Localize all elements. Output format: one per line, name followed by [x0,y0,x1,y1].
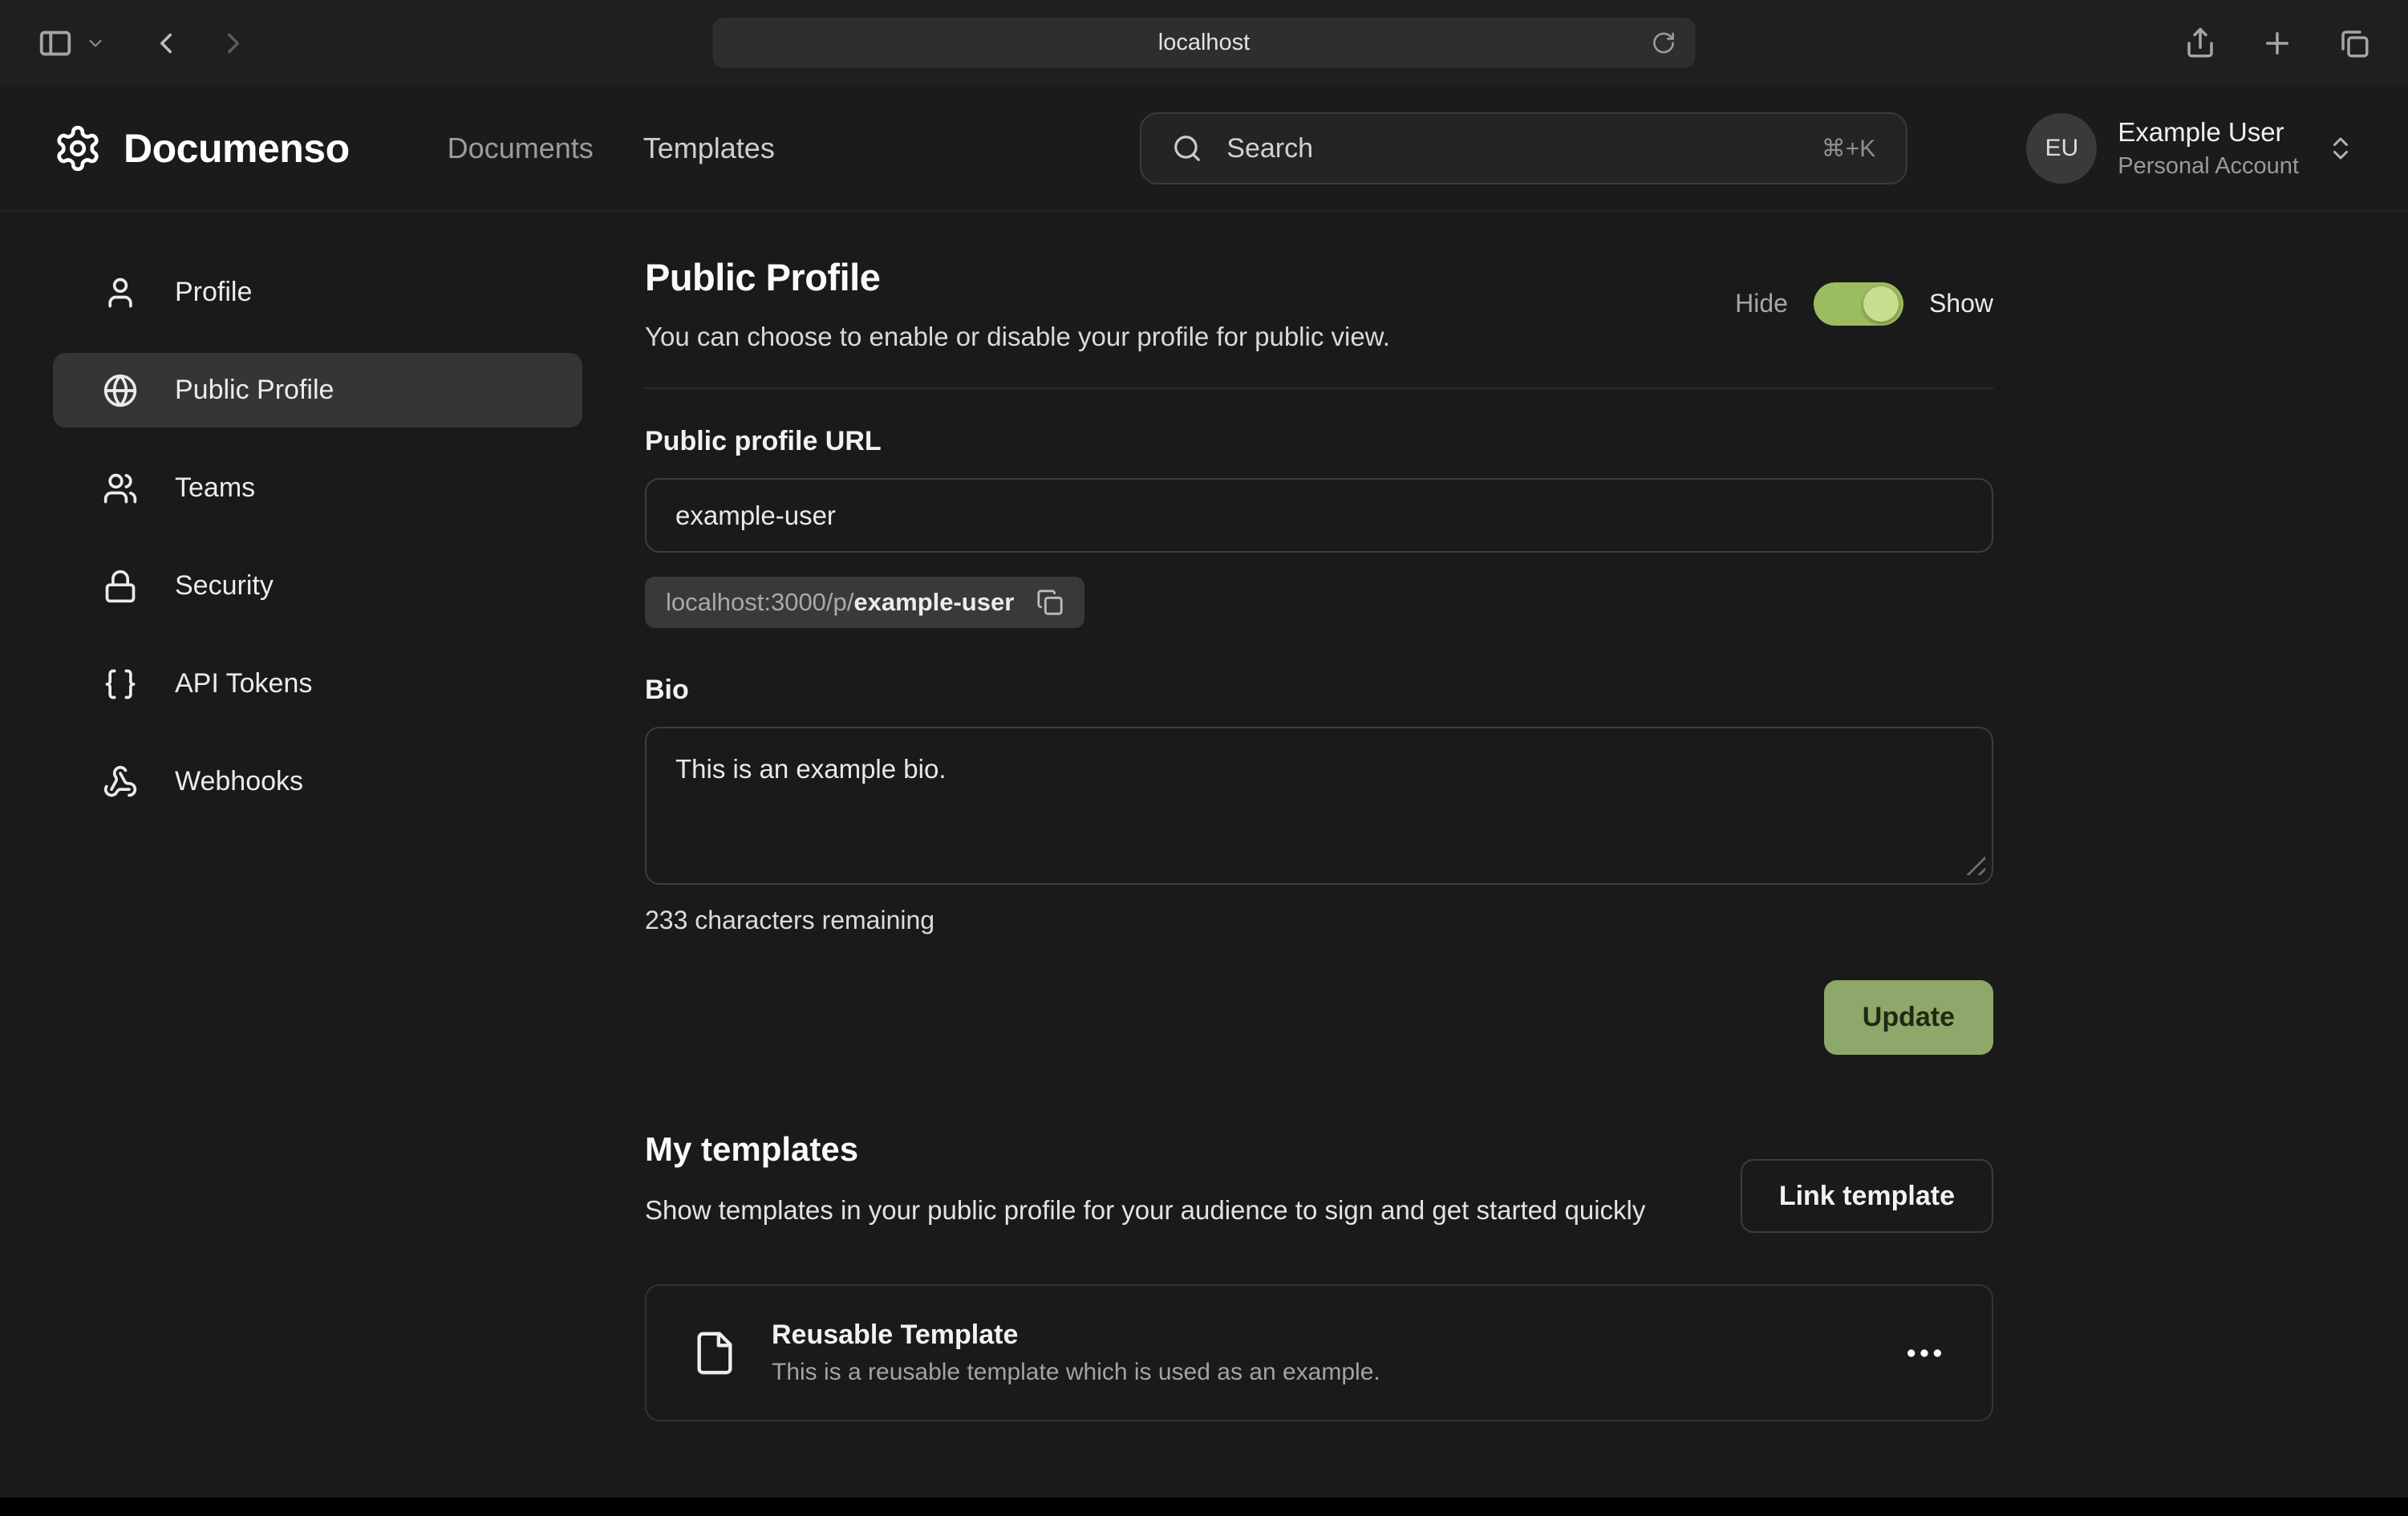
app-header: Documenso Documents Templates Search ⌘+K… [0,86,2408,212]
link-template-button[interactable]: Link template [1741,1159,1993,1233]
hide-label: Hide [1735,289,1788,318]
page-title: Public Profile [645,255,1390,299]
new-tab-icon[interactable] [2260,26,2294,60]
webhook-icon [103,764,138,800]
account-menu-button[interactable]: EU Example User Personal Account [2026,113,2355,184]
brand-logo-link[interactable]: Documenso [53,124,350,173]
tab-overview-icon[interactable] [2337,26,2371,60]
copy-icon[interactable] [1036,589,1064,616]
nav-documents[interactable]: Documents [448,132,594,165]
file-icon [691,1330,738,1376]
sidebar-item-public-profile[interactable]: Public Profile [53,353,582,428]
settings-sidebar: Profile Public Profile Teams Security AP… [53,255,582,1421]
browser-forward-icon [217,26,250,60]
templates-title: My templates [645,1130,1645,1169]
account-text: Example User Personal Account [2118,117,2299,180]
nav-templates[interactable]: Templates [643,132,775,165]
templates-description: Show templates in your public profile fo… [645,1191,1645,1230]
account-type: Personal Account [2118,153,2299,180]
sidebar-item-teams[interactable]: Teams [53,451,582,525]
update-button[interactable]: Update [1824,980,1993,1055]
my-templates-section: My templates Show templates in your publ… [645,1130,1993,1421]
sidebar-item-security[interactable]: Security [53,549,582,623]
more-menu-icon[interactable] [1902,1344,1947,1363]
refresh-icon[interactable] [1652,30,1676,55]
page-subtitle: You can choose to enable or disable your… [645,322,1390,352]
chevrons-up-down-icon [2326,134,2355,163]
search-icon [1172,133,1202,164]
section-divider [645,387,1993,389]
user-icon [103,275,138,310]
chevron-down-icon[interactable] [85,33,106,54]
template-card: Reusable Template This is a reusable tem… [645,1284,1993,1421]
characters-remaining: 233 characters remaining [645,906,1993,935]
search-shortcut: ⌘+K [1822,135,1876,163]
template-description: This is a reusable template which is use… [772,1359,1380,1386]
sidebar-item-profile[interactable]: Profile [53,255,582,330]
toggle-knob [1863,286,1899,322]
browser-back-icon[interactable] [149,26,183,60]
sidebar-item-label: Teams [175,472,255,504]
avatar-initials: EU [2045,135,2078,162]
bio-textarea[interactable]: This is an example bio. [645,727,1993,885]
address-bar[interactable]: localhost [713,18,1696,68]
browser-chrome: localhost [0,0,2408,86]
profile-url-preview: localhost:3000/p/example-user [645,577,1084,628]
sidebar-item-label: Webhooks [175,766,303,797]
main-nav: Documents Templates [448,132,775,165]
sidebar-item-label: Profile [175,277,252,308]
public-profile-url-input[interactable] [645,478,1993,553]
brand-name: Documenso [124,125,350,172]
sidebar-item-api-tokens[interactable]: API Tokens [53,647,582,721]
bio-field-label: Bio [645,675,1993,706]
profile-visibility-toggle[interactable] [1814,282,1903,326]
globe-icon [103,373,138,408]
visibility-toggle-row: Hide Show [1735,282,1993,326]
sidebar-item-webhooks[interactable]: Webhooks [53,744,582,819]
profile-url-text: localhost:3000/p/example-user [666,588,1014,617]
template-name: Reusable Template [772,1319,1380,1351]
documenso-logo-icon [53,124,103,173]
window-bottom-edge [0,1498,2408,1516]
sidebar-item-label: Security [175,570,274,602]
sidebar-item-label: Public Profile [175,375,334,406]
search-placeholder: Search [1226,133,1313,164]
url-field-label: Public profile URL [645,426,1993,457]
account-name: Example User [2118,117,2299,148]
users-icon [103,471,138,506]
settings-content: Public Profile You can choose to enable … [645,255,1993,1421]
avatar: EU [2026,113,2097,184]
show-label: Show [1929,289,1993,318]
browser-sidebar-toggle-icon[interactable] [37,25,74,62]
main-area: Profile Public Profile Teams Security AP… [0,212,2408,1421]
lock-icon [103,569,138,604]
braces-icon [103,667,138,702]
sidebar-item-label: API Tokens [175,668,312,699]
address-bar-url: localhost [1158,30,1250,56]
share-icon[interactable] [2183,26,2217,60]
search-input[interactable]: Search ⌘+K [1140,112,1907,184]
